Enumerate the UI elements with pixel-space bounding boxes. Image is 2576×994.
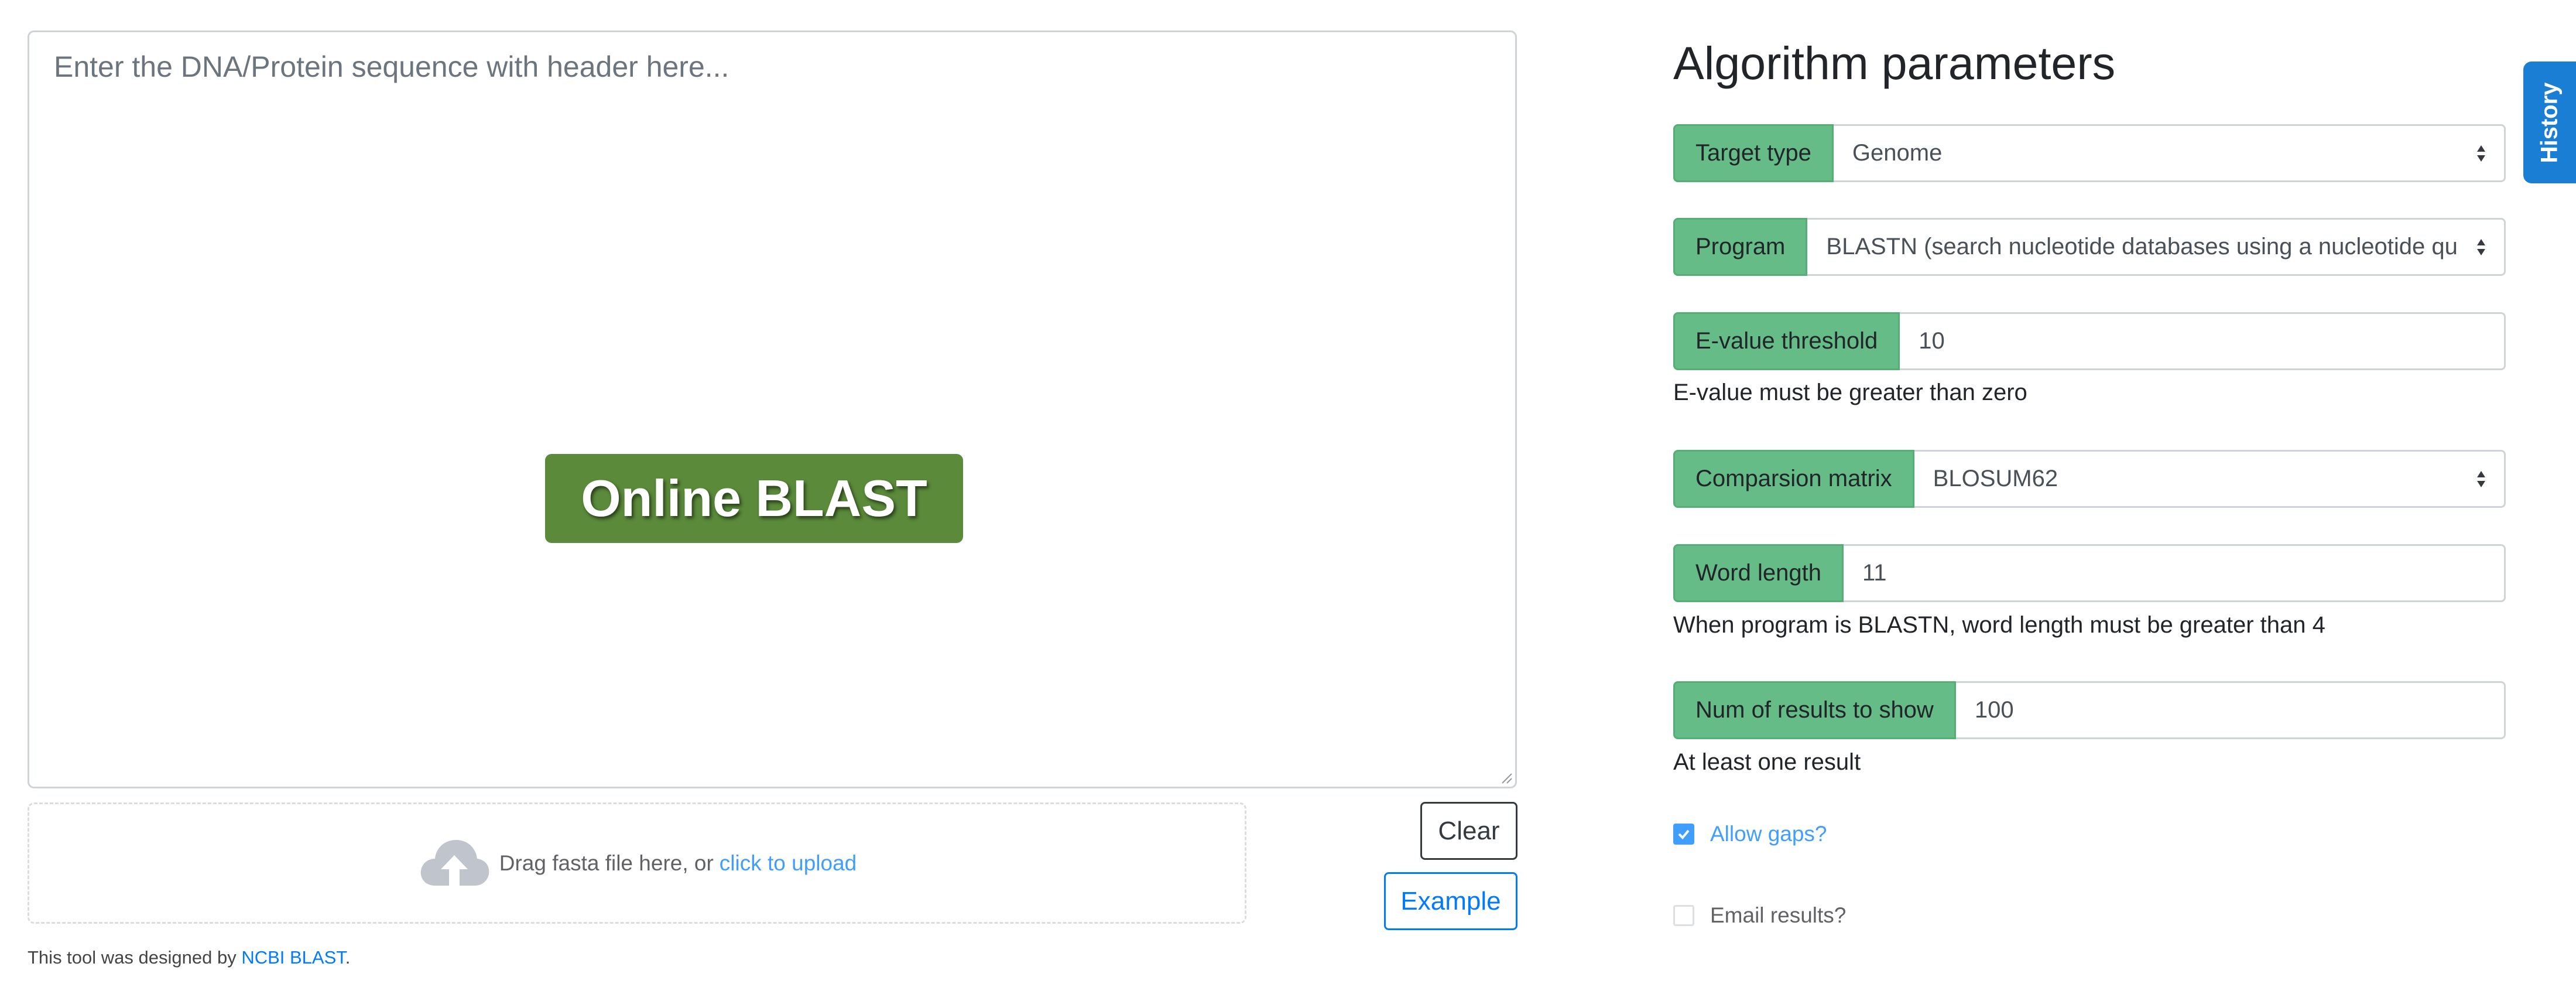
select-caret-icon	[2477, 470, 2485, 487]
target-type-value: Genome	[1852, 140, 1943, 166]
target-type-select[interactable]: Genome	[1833, 124, 2506, 182]
cloud-upload-icon	[420, 839, 489, 888]
matrix-value: BLOSUM62	[1933, 466, 2058, 491]
evalue-input[interactable]: 10	[1900, 312, 2506, 370]
sequence-textarea[interactable]: Enter the DNA/Protein sequence with head…	[28, 30, 1517, 788]
history-tab[interactable]: History	[2523, 62, 2576, 183]
footer-credit: This tool was designed by NCBI BLAST.	[28, 947, 350, 968]
email-results-checkbox[interactable]: Email results?	[1673, 903, 1846, 928]
upload-drop-zone[interactable]: Drag fasta file here, or click to upload	[28, 802, 1246, 924]
target-type-row: Target type Genome	[1673, 124, 2506, 182]
evalue-label: E-value threshold	[1673, 312, 1900, 370]
matrix-row: Comparsion matrix BLOSUM62	[1673, 450, 2506, 508]
evalue-row: E-value threshold 10	[1673, 312, 2506, 370]
num-results-help-text: At least one result	[1673, 749, 1861, 775]
allow-gaps-label[interactable]: Allow gaps?	[1710, 822, 1827, 846]
matrix-select[interactable]: BLOSUM62	[1914, 450, 2506, 508]
word-length-row: Word length 11	[1673, 544, 2506, 602]
history-label: History	[2536, 82, 2563, 163]
sequence-placeholder: Enter the DNA/Protein sequence with head…	[54, 50, 729, 83]
click-to-upload-link[interactable]: click to upload	[720, 851, 857, 876]
parameters-title: Algorithm parameters	[1673, 37, 2116, 89]
example-button[interactable]: Example	[1384, 872, 1517, 930]
footer-prefix: This tool was designed by	[28, 947, 237, 968]
program-value: BLASTN (search nucleotide databases usin…	[1826, 234, 2457, 259]
email-results-check-icon[interactable]	[1673, 905, 1694, 926]
select-caret-icon	[2477, 238, 2485, 255]
program-row: Program BLASTN (search nucleotide databa…	[1673, 218, 2506, 276]
ncbi-blast-link[interactable]: NCBI BLAST	[241, 947, 345, 968]
word-length-value: 11	[1862, 560, 1887, 586]
num-results-label: Num of results to show	[1673, 681, 1956, 739]
allow-gaps-checkbox[interactable]: Allow gaps?	[1673, 822, 1827, 846]
online-blast-badge: Online BLAST	[545, 454, 963, 543]
word-length-input[interactable]: 11	[1843, 544, 2506, 602]
program-label: Program	[1673, 218, 1808, 276]
clear-button[interactable]: Clear	[1420, 802, 1517, 860]
footer-suffix: .	[345, 947, 351, 968]
target-type-label: Target type	[1673, 124, 1834, 182]
evalue-value: 10	[1919, 328, 1945, 354]
allow-gaps-check-icon[interactable]	[1673, 824, 1694, 845]
num-results-value: 100	[1974, 697, 2014, 723]
word-length-help-text: When program is BLASTN, word length must…	[1673, 612, 2325, 638]
matrix-label: Comparsion matrix	[1673, 450, 1914, 508]
email-results-label[interactable]: Email results?	[1710, 903, 1846, 928]
upload-text: Drag fasta file here, or	[499, 850, 714, 875]
num-results-row: Num of results to show 100	[1673, 681, 2506, 739]
num-results-input[interactable]: 100	[1955, 681, 2506, 739]
word-length-label: Word length	[1673, 544, 1844, 602]
resize-grip-icon[interactable]	[1500, 771, 1513, 784]
program-select[interactable]: BLASTN (search nucleotide databases usin…	[1807, 218, 2506, 276]
evalue-help-text: E-value must be greater than zero	[1673, 380, 2027, 405]
select-caret-icon	[2477, 145, 2485, 162]
